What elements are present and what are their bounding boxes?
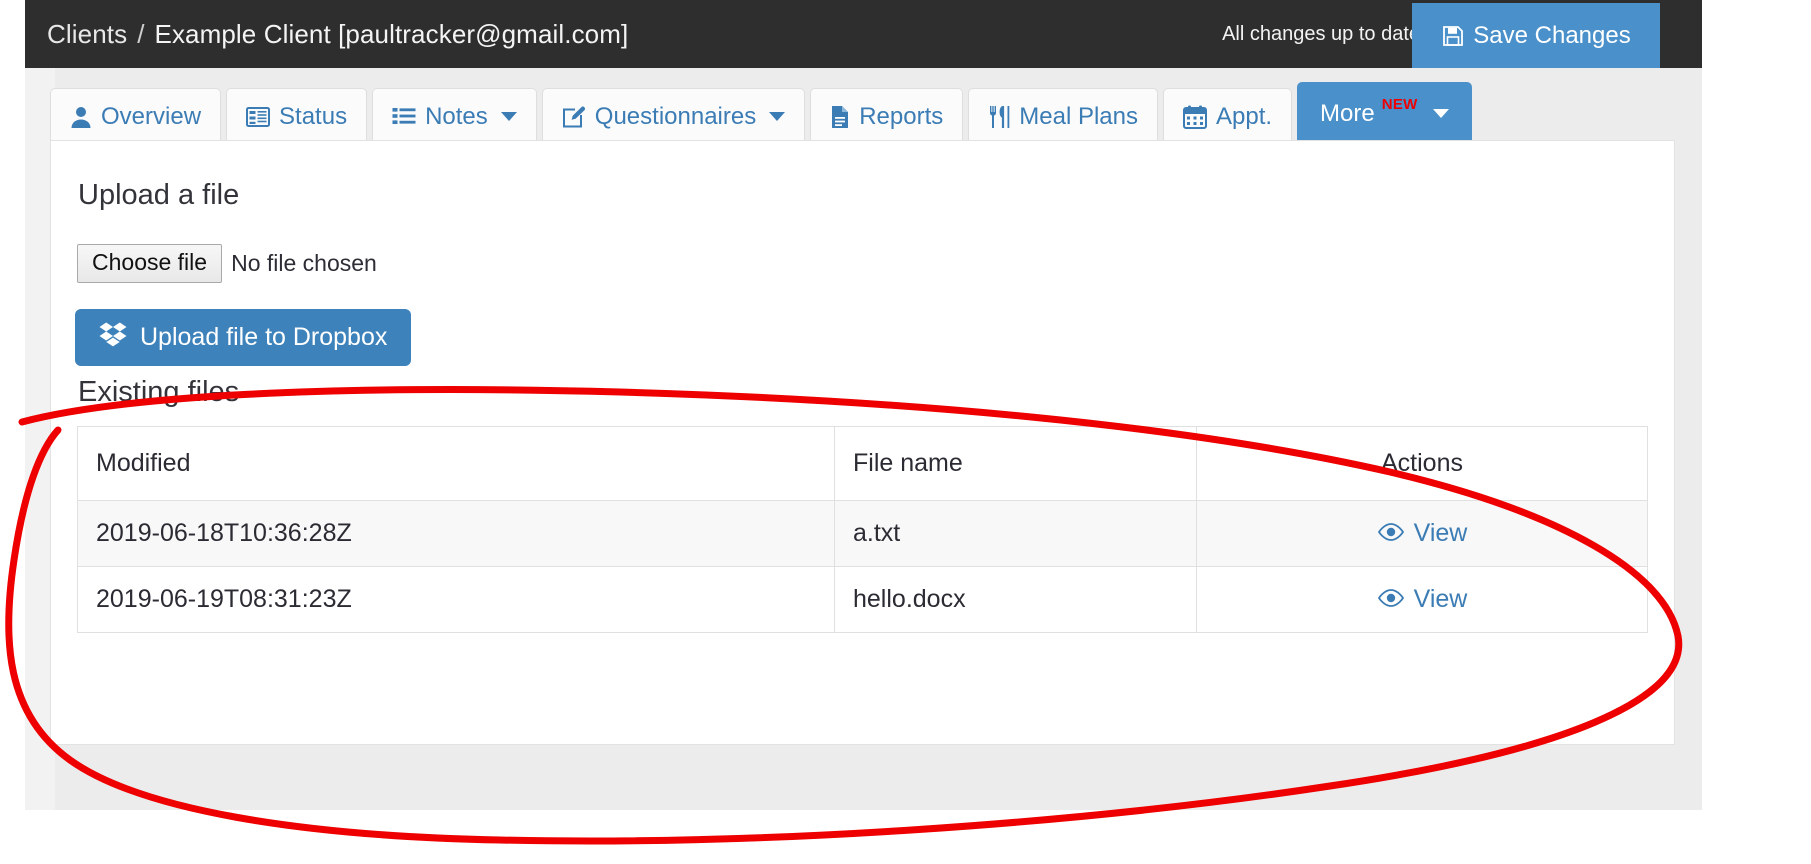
breadcrumb: Clients / Example Client [paultracker@gm… <box>47 0 628 68</box>
eye-icon <box>1377 519 1405 548</box>
tab-reports[interactable]: Reports <box>810 88 963 144</box>
tab-status[interactable]: Status <box>226 88 367 144</box>
breadcrumb-separator: / <box>137 19 144 50</box>
tab-meal-plans-label: Meal Plans <box>1019 103 1138 131</box>
tab-overview[interactable]: Overview <box>50 88 221 144</box>
tab-more[interactable]: More NEW <box>1297 82 1472 144</box>
utensils-icon <box>988 105 1010 129</box>
existing-files-table: Modified File name Actions 2019-06-18T10… <box>77 426 1648 633</box>
tab-appt-label: Appt. <box>1216 103 1272 131</box>
cell-modified: 2019-06-19T08:31:23Z <box>78 567 835 633</box>
screenshot-root: Clients / Example Client [paultracker@gm… <box>0 0 1811 864</box>
cell-filename: a.txt <box>835 501 1197 567</box>
table-header-row: Modified File name Actions <box>78 427 1648 501</box>
tab-appt[interactable]: Appt. <box>1163 88 1292 144</box>
chevron-down-icon <box>501 112 517 121</box>
view-file-link[interactable]: View <box>1377 585 1468 614</box>
breadcrumb-current-client: Example Client [paultracker@gmail.com] <box>155 19 629 50</box>
cell-filename: hello.docx <box>835 567 1197 633</box>
view-file-link[interactable]: View <box>1377 519 1468 548</box>
calendar-icon <box>1183 105 1207 129</box>
file-input-row: Choose file No file chosen <box>77 244 377 283</box>
floppy-disk-icon <box>1441 24 1465 48</box>
existing-files-title: Existing files <box>78 376 239 409</box>
upload-section-title: Upload a file <box>78 179 239 212</box>
file-text-icon <box>830 105 850 129</box>
tab-overview-label: Overview <box>101 103 201 131</box>
list-icon <box>392 106 416 128</box>
table-row: 2019-06-18T10:36:28Z a.txt View <box>78 501 1648 567</box>
table-row: 2019-06-19T08:31:23Z hello.docx View <box>78 567 1648 633</box>
upload-to-dropbox-label: Upload file to Dropbox <box>140 323 387 352</box>
view-file-label: View <box>1414 585 1468 614</box>
column-header-modified: Modified <box>78 427 835 501</box>
tab-questionnaires[interactable]: Questionnaires <box>542 88 805 144</box>
upload-to-dropbox-button[interactable]: Upload file to Dropbox <box>75 309 411 366</box>
cell-actions: View <box>1197 501 1648 567</box>
tab-notes-label: Notes <box>425 103 488 131</box>
column-header-filename: File name <box>835 427 1197 501</box>
edit-icon <box>562 105 586 129</box>
new-badge: NEW <box>1382 96 1418 113</box>
dropbox-icon <box>99 321 127 354</box>
tab-status-label: Status <box>279 103 347 131</box>
more-tab-panel: Upload a file Choose file No file chosen… <box>50 140 1675 745</box>
eye-icon <box>1377 585 1405 614</box>
view-file-label: View <box>1414 519 1468 548</box>
chevron-down-icon <box>769 112 785 121</box>
chevron-down-icon <box>1433 109 1449 118</box>
choose-file-button[interactable]: Choose file <box>77 244 222 283</box>
table-icon <box>246 106 270 128</box>
top-bar: Clients / Example Client [paultracker@gm… <box>25 0 1702 68</box>
chosen-file-name: No file chosen <box>231 250 377 277</box>
user-icon <box>70 105 92 129</box>
tab-notes[interactable]: Notes <box>372 88 537 144</box>
breadcrumb-clients-link[interactable]: Clients <box>47 19 127 50</box>
column-header-actions: Actions <box>1197 427 1648 501</box>
client-tabs: Overview Status <box>50 84 1472 144</box>
cell-modified: 2019-06-18T10:36:28Z <box>78 501 835 567</box>
save-changes-label: Save Changes <box>1473 22 1630 50</box>
tab-more-label: More <box>1320 100 1375 128</box>
save-changes-button[interactable]: Save Changes <box>1412 3 1660 68</box>
tab-reports-label: Reports <box>859 103 943 131</box>
tab-questionnaires-label: Questionnaires <box>595 103 756 131</box>
tab-meal-plans[interactable]: Meal Plans <box>968 88 1158 144</box>
save-status-text: All changes up to date <box>1222 0 1420 68</box>
cell-actions: View <box>1197 567 1648 633</box>
